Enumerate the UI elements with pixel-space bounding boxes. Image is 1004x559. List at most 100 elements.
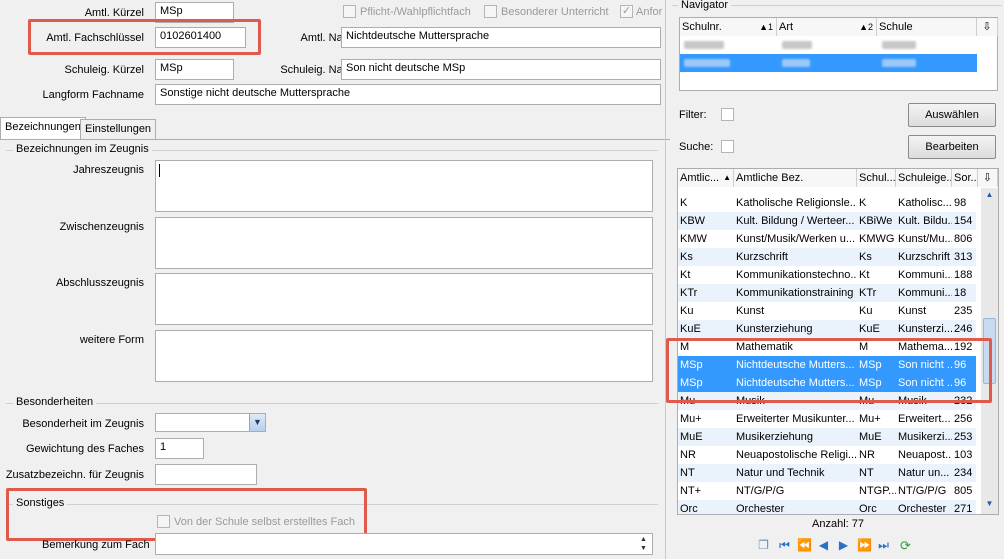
table-row[interactable]: MuE Musikerziehung MuE Musikerzi... 253 [678, 428, 976, 446]
tab-strip: Bezeichnungen Einstellungen [0, 117, 670, 140]
table-cell: NT [859, 467, 874, 479]
sort-asc-icon: ▲1 [759, 22, 773, 32]
bearbeiten-button[interactable]: Bearbeiten [908, 135, 996, 159]
col-schule[interactable]: Schule [877, 18, 977, 36]
table-cell: Kunst/Musik/Werken u... [736, 233, 856, 245]
bemerkung-field[interactable]: ▲ ▼ [155, 533, 653, 555]
table-cell: Neuapost... [898, 449, 952, 461]
table-cell: Ks [680, 251, 693, 263]
table-cell: 246 [954, 323, 973, 335]
refresh-icon[interactable]: ⟳ [899, 539, 912, 552]
table-row[interactable]: K Katholische Religionsle... K Katholisc...… [678, 194, 976, 212]
gewichtung-label: Gewichtung des Faches [25, 443, 144, 455]
table-row[interactable]: NT Natur und Technik NT Natur un... 234 [678, 464, 976, 482]
col-amtlich-label: Amtlic... [680, 172, 720, 184]
column-chooser-icon[interactable]: ⇩ [977, 18, 998, 36]
besonderer-label: Besonderer Unterricht [501, 6, 609, 18]
table-cell: Kurzschrift [898, 251, 950, 263]
table-row[interactable]: Kt Kommunikationstechno... Kt Kommuni... 188 [678, 266, 976, 284]
suche-checkbox[interactable] [721, 140, 734, 153]
chevron-down-icon[interactable]: ▼ [249, 414, 265, 431]
besonderheiten-group-line [6, 403, 658, 404]
col-amtlich[interactable]: Amtlic... ▲ [678, 169, 734, 187]
table-cell: Kunst/Mu... [898, 233, 952, 245]
col-schulnr[interactable]: Schulnr. ▲1 [680, 18, 777, 36]
table-cell: KuE [859, 323, 880, 335]
anfor-checkbox[interactable]: ✓ [620, 5, 633, 18]
schuleig-name-field[interactable]: Son nicht deutsche MSp [341, 59, 661, 80]
schulen-grid[interactable]: Schulnr. ▲1 Art ▲2 Schule ⇩ [679, 17, 998, 91]
table-cell: 271 [954, 503, 973, 515]
table-cell: NT/G/P/G [736, 485, 785, 497]
table-cell: MuE [680, 431, 703, 443]
auswaehlen-button[interactable]: Auswählen [908, 103, 996, 127]
table-cell: 18 [954, 287, 967, 299]
scroll-up-icon[interactable]: ▲ [983, 190, 996, 202]
weitere-form-textarea[interactable] [155, 330, 653, 382]
suche-label: Suche: [679, 141, 714, 153]
filter-checkbox[interactable] [721, 108, 734, 121]
table-cell: Kt [680, 269, 691, 281]
redacted [684, 41, 724, 49]
pflicht-checkbox[interactable] [343, 5, 356, 18]
besonderheit-dropdown[interactable]: ▼ [155, 413, 266, 432]
prev-record-icon[interactable]: ◀ [817, 539, 830, 552]
table-row[interactable]: Orc Orchester Orc Orchester 271 [678, 500, 976, 515]
table-row[interactable]: Mu+ Erweiterter Musikunter... Mu+ Erweitert… [678, 410, 976, 428]
zusatz-field[interactable] [155, 464, 257, 485]
schule-row-selected[interactable] [680, 54, 977, 72]
table-cell: Natur un... [898, 467, 950, 479]
navigator-panel: Navigator Schulnr. ▲1 Art ▲2 Schule ⇩ Filt… [666, 0, 1004, 559]
last-record-icon[interactable]: ⏭ [877, 539, 890, 552]
gewichtung-field[interactable]: 1 [155, 438, 204, 459]
col-amtliche-bez[interactable]: Amtliche Bez. [734, 169, 857, 187]
copy-icon[interactable]: ❐ [757, 539, 770, 552]
besonderer-checkbox[interactable] [484, 5, 497, 18]
col-schuleigen[interactable]: Schuleige... [896, 169, 952, 187]
jahreszeugnis-textarea[interactable] [155, 160, 653, 212]
jahreszeugnis-label: Jahreszeugnis [73, 164, 144, 176]
spin-icon[interactable]: ▲ ▼ [637, 535, 650, 553]
next-record-icon[interactable]: ▶ [837, 539, 850, 552]
abschlusszeugnis-textarea[interactable] [155, 273, 653, 325]
table-row[interactable]: KuE Kunsterziehung KuE Kunsterzi... 246 [678, 320, 976, 338]
tab-bezeichnungen[interactable]: Bezeichnungen [0, 117, 86, 140]
table-cell: 98 [954, 197, 967, 209]
prev-page-icon[interactable]: ⏪ [797, 539, 812, 552]
table-cell: Kunsterziehung [736, 323, 813, 335]
schuleig-kuerzel-field[interactable]: MSp [155, 59, 234, 80]
table-cell: NTGP... [859, 485, 896, 497]
table-row[interactable]: Ks Kurzschrift Ks Kurzschrift 313 [678, 248, 976, 266]
besonderheiten-group-title: Besonderheiten [13, 396, 97, 408]
table-cell: K [859, 197, 867, 209]
first-record-icon[interactable]: ⏮ [778, 539, 791, 552]
column-chooser-icon[interactable]: ⇩ [978, 169, 998, 187]
table-row[interactable]: KTr Kommunikationstraining KTr Kommuni... 18 [678, 284, 976, 302]
table-row[interactable]: Ku Kunst Ku Kunst 235 [678, 302, 976, 320]
anfor-label: Anfor [636, 6, 663, 18]
zwischenzeugnis-textarea[interactable] [155, 217, 653, 269]
langform-field[interactable]: Sonstige nicht deutsche Muttersprache [155, 84, 661, 105]
col-schule-label: Schule [879, 21, 913, 33]
col-sort[interactable]: Sor... [952, 169, 978, 187]
filter-label: Filter: [679, 109, 707, 121]
redacted [882, 41, 916, 49]
table-cell: KuE [680, 323, 701, 335]
table-cell: Kunst [898, 305, 927, 317]
table-row[interactable]: KBW Kult. Bildung / Werteer... KBiWe Kult. … [678, 212, 976, 230]
amtl-name-field[interactable]: Nichtdeutsche Muttersprache [341, 27, 661, 48]
schule-row[interactable] [680, 36, 977, 54]
col-schulkuerzel[interactable]: Schul... [857, 169, 896, 187]
next-page-icon[interactable]: ⏩ [857, 539, 872, 552]
table-cell: Neuapostolische Religi... [736, 449, 857, 461]
table-row[interactable]: KMW Kunst/Musik/Werken u... KMWG Kunst/Mu..… [678, 230, 976, 248]
table-row[interactable]: NR Neuapostolische Religi... NR Neuapost...… [678, 446, 976, 464]
tab-einstellungen[interactable]: Einstellungen [80, 119, 157, 140]
table-row[interactable]: NT+ NT/G/P/G NTGP... NT/G/P/G 805 [678, 482, 976, 500]
scroll-down-icon[interactable]: ▼ [983, 499, 996, 511]
table-cell: Kt [859, 269, 870, 281]
table-cell: Orc [859, 503, 877, 515]
col-art[interactable]: Art ▲2 [777, 18, 877, 36]
splitter[interactable] [665, 0, 666, 559]
sort-asc-icon: ▲2 [859, 22, 873, 32]
